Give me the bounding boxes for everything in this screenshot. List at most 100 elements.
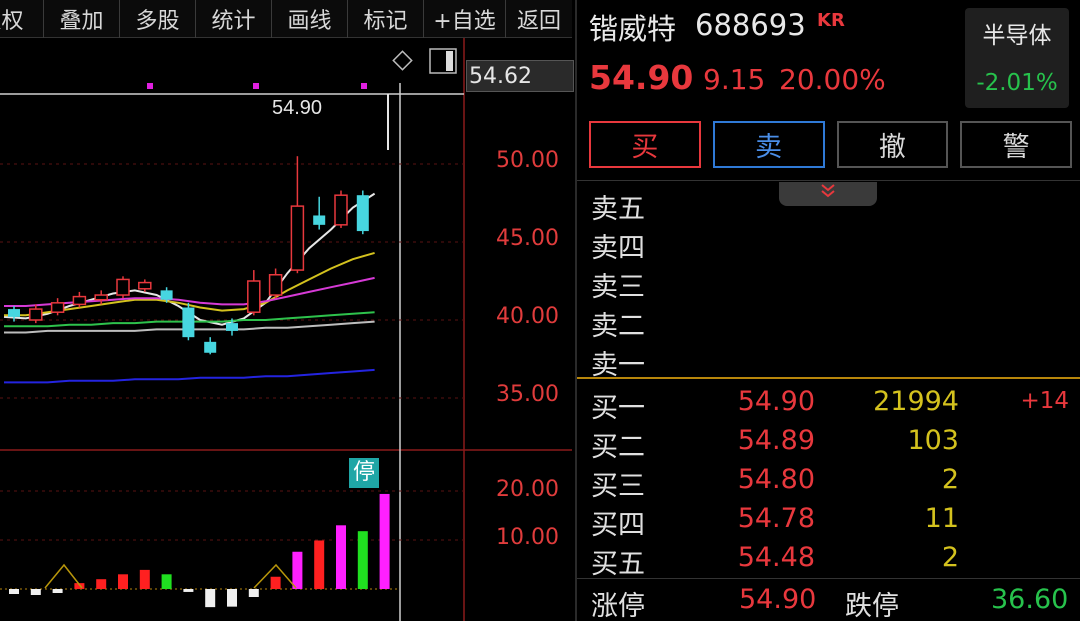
chart-toolbar: 复权 叠加 多股 统计 画线 标记 +自选 返回 xyxy=(0,0,572,38)
candle-body xyxy=(226,323,238,331)
bid-price: 54.78 xyxy=(737,503,815,534)
toolbar-fuquan-button[interactable]: 复权 xyxy=(0,0,44,38)
candle-body xyxy=(72,295,87,306)
candle-body xyxy=(160,290,173,300)
volume-bar xyxy=(205,589,216,608)
bid-price: 54.90 xyxy=(737,386,815,417)
sector-change: -2.01% xyxy=(976,70,1058,96)
volume-bar xyxy=(270,576,281,589)
toolbar-diejia-button[interactable]: 叠加 xyxy=(44,0,120,38)
ask-row[interactable]: 卖五 xyxy=(577,185,1080,225)
ask-label: 卖二 xyxy=(591,311,645,342)
buy-button[interactable]: 买 xyxy=(589,121,701,168)
candle-body xyxy=(334,194,348,226)
bid-label: 买一 xyxy=(591,393,645,424)
panel-toggle-icon[interactable] xyxy=(429,48,457,74)
divider xyxy=(577,180,1080,181)
volume-bar xyxy=(379,493,390,589)
bid-delta: +14 xyxy=(1020,388,1069,414)
bid-row[interactable]: 买三 54.80 2 xyxy=(577,462,1080,502)
kr-badge: KR xyxy=(817,10,845,31)
price-axis-label: 35.00 xyxy=(496,382,559,407)
volume-bar xyxy=(336,525,346,589)
volume-bar xyxy=(139,569,150,589)
diamond-icon[interactable] xyxy=(392,50,413,71)
candle-body xyxy=(8,309,20,317)
bid-row[interactable]: 买二 54.89 103 xyxy=(577,423,1080,463)
bid-price: 54.48 xyxy=(737,542,815,573)
volume-bar xyxy=(248,589,259,597)
candle-body xyxy=(116,278,130,296)
cancel-order-button[interactable]: 撤 xyxy=(836,121,949,168)
bid-row[interactable]: 买一 54.90 21994 +14 xyxy=(577,384,1080,424)
ask-row[interactable]: 卖三 xyxy=(577,263,1080,303)
candle-body xyxy=(50,302,65,313)
bid-price: 54.80 xyxy=(737,464,815,495)
toolbar-biaoji-button[interactable]: 标记 xyxy=(348,0,424,38)
toolbar-label: 多股 xyxy=(135,9,180,34)
sell-button[interactable]: 卖 xyxy=(712,121,825,168)
toolbar-huaxian-button[interactable]: 画线 xyxy=(272,0,348,38)
toolbar-tongji-button[interactable]: 统计 xyxy=(196,0,272,38)
bid-volume: 2 xyxy=(941,542,959,573)
price-change: 9.15 xyxy=(703,63,766,96)
bid-label: 买三 xyxy=(591,471,645,502)
book-divider xyxy=(577,377,1080,379)
trading-halt-badge: 停 xyxy=(349,458,379,488)
ask-row[interactable]: 卖一 xyxy=(577,341,1080,381)
toolbar-label: 统计 xyxy=(211,9,256,34)
volume-bar xyxy=(9,589,19,594)
candle-body xyxy=(268,274,283,296)
volume-bar xyxy=(292,551,303,589)
toolbar-label: 标记 xyxy=(363,9,408,34)
kline-chart[interactable]: 54.90 停 xyxy=(0,38,572,621)
bid-row[interactable]: 买五 54.48 2 xyxy=(577,540,1080,580)
volume-bar xyxy=(183,589,194,592)
volume-bar xyxy=(96,579,107,589)
sector-name: 半导体 xyxy=(982,23,1052,49)
toolbar-label: +自选 xyxy=(433,9,496,34)
alert-button[interactable]: 警 xyxy=(960,121,1072,168)
toolbar-label: 叠加 xyxy=(59,9,104,34)
candle-body xyxy=(182,307,195,338)
candle-body xyxy=(204,341,217,353)
volume-axis-label: 20.00 xyxy=(496,477,559,502)
limit-price-label: 54.90 xyxy=(272,97,322,119)
toolbar-duogu-button[interactable]: 多股 xyxy=(120,0,196,38)
volume-bar xyxy=(227,589,237,607)
quote-panel: 锴威特 688693 KR 54.90 9.15 20.00% 半导体 -2.0… xyxy=(575,0,1080,621)
price-change-pct: 20.00% xyxy=(779,63,886,96)
ask-row[interactable]: 卖四 xyxy=(577,224,1080,264)
candle-body xyxy=(94,294,108,301)
limit-down-label: 跌停 xyxy=(845,591,899,621)
trade-actions: 买 卖 撤 警 xyxy=(589,121,1072,169)
kline-svg[interactable]: 54.90 xyxy=(0,38,572,621)
crosshair-price-tag: 54.62 xyxy=(466,60,574,92)
ask-label: 卖五 xyxy=(591,194,645,225)
stock-code: 688693 xyxy=(695,8,806,42)
limit-up-value: 54.90 xyxy=(739,584,817,615)
ma-line-ma_blue xyxy=(4,368,375,384)
volume-bar xyxy=(52,589,63,593)
toolbar-zixuan-button[interactable]: +自选 xyxy=(424,0,506,38)
sector-card[interactable]: 半导体 -2.01% xyxy=(965,8,1069,108)
limit-up-label: 涨停 xyxy=(591,591,645,621)
bid-label: 买二 xyxy=(591,432,645,463)
candle-body xyxy=(356,195,369,232)
ma-line-ma_magenta xyxy=(4,276,375,307)
toolbar-label: 画线 xyxy=(287,9,332,34)
event-marker xyxy=(361,83,367,89)
volume-axis-label: 10.00 xyxy=(496,525,559,550)
ask-row[interactable]: 卖二 xyxy=(577,302,1080,342)
bid-label: 买四 xyxy=(591,510,645,541)
bid-volume: 103 xyxy=(907,425,959,456)
candle-body xyxy=(247,280,261,313)
candle-body xyxy=(290,205,305,271)
candle-body xyxy=(29,308,43,321)
volume-bar xyxy=(118,574,128,589)
toolbar-fanhui-button[interactable]: 返回 xyxy=(506,0,572,38)
stock-name: 锴威特 xyxy=(589,12,677,46)
volume-bar xyxy=(161,574,172,589)
price-limit-row: 涨停 54.90 跌停 36.60 xyxy=(577,584,1080,621)
bid-row[interactable]: 买四 54.78 11 xyxy=(577,501,1080,541)
